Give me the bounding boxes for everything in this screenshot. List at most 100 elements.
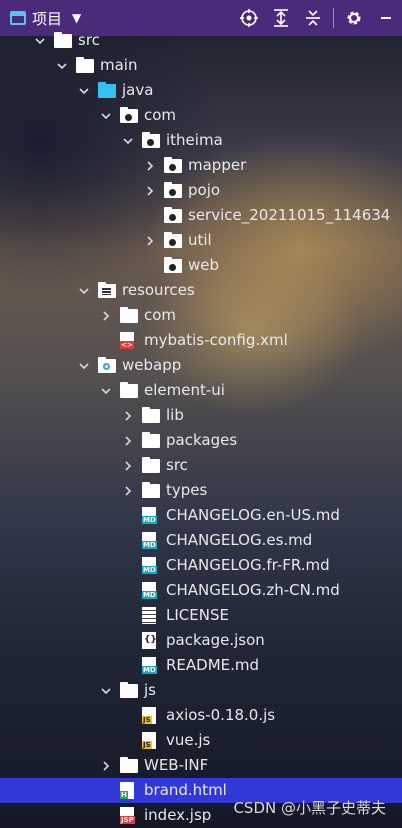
chevron-down-icon[interactable] (78, 285, 90, 297)
tree-node-label: CHANGELOG.zh-CN.md (166, 581, 340, 599)
tree-node[interactable]: com (0, 303, 402, 328)
folder-icon (142, 457, 160, 473)
tree-node[interactable]: {} package.json (0, 628, 402, 653)
tree-node-label: axios-0.18.0.js (166, 706, 276, 724)
folder-icon (120, 382, 138, 398)
package-folder-icon (164, 207, 182, 223)
tree-node[interactable]: js (0, 678, 402, 703)
tree-node[interactable]: LICENSE (0, 603, 402, 628)
tree-node-label: element-ui (144, 381, 225, 399)
chevron-right-icon[interactable] (122, 435, 134, 447)
tree-node[interactable]: MD README.md (0, 653, 402, 678)
tree-node[interactable]: JS vue.js (0, 728, 402, 753)
settings-icon (347, 11, 361, 25)
tree-node[interactable]: lib (0, 403, 402, 428)
tree-node[interactable]: src (0, 453, 402, 478)
project-view-selector[interactable]: 项目 ▼ (10, 8, 81, 29)
tree-node-label: CHANGELOG.fr-FR.md (166, 556, 330, 574)
folder-icon (142, 407, 160, 423)
tree-node-label: resources (122, 281, 195, 299)
tree-node-label: util (188, 231, 212, 249)
tree-node-label: web (188, 256, 220, 274)
chevron-right-icon[interactable] (100, 760, 112, 772)
tree-node-label: java (122, 81, 154, 99)
tree-node[interactable]: types (0, 478, 402, 503)
tree-node[interactable]: packages (0, 428, 402, 453)
tree-node-label: packages (166, 431, 238, 449)
minified-js-file-icon: JS (142, 707, 156, 724)
hide-icon (381, 17, 391, 19)
tree-node-label: itheima (166, 131, 223, 149)
chevron-down-icon[interactable] (78, 360, 90, 372)
tree-node-label: lib (166, 406, 184, 424)
tree-node[interactable]: <> mybatis-config.xml (0, 328, 402, 353)
tree-node-label: index.jsp (144, 806, 212, 824)
chevron-down-icon: ▼ (72, 11, 82, 25)
tree-node[interactable]: MD CHANGELOG.zh-CN.md (0, 578, 402, 603)
tree-node-label: WEB-INF (144, 756, 209, 774)
chevron-right-icon[interactable] (122, 410, 134, 422)
expand-all-icon (274, 9, 288, 27)
tree-node[interactable]: util (0, 228, 402, 253)
locate-icon (240, 9, 258, 27)
project-view-title: 项目 (32, 9, 63, 28)
tree-node-label: README.md (166, 656, 260, 674)
chevron-down-icon[interactable] (122, 135, 134, 147)
tree-node-label: mybatis-config.xml (144, 331, 288, 349)
folder-icon (142, 482, 160, 498)
package-folder-icon (164, 232, 182, 248)
tree-node-label: webapp (122, 356, 182, 374)
tree-node[interactable]: resources (0, 278, 402, 303)
markdown-file-icon: MD (142, 507, 157, 524)
tree-node-label: src (78, 31, 100, 49)
tree-node[interactable]: web (0, 253, 402, 278)
chevron-right-icon[interactable] (144, 185, 156, 197)
package-folder-icon (120, 107, 138, 123)
tree-node-label: js (144, 681, 156, 699)
toolbar-divider (333, 8, 334, 28)
chevron-down-icon[interactable] (100, 685, 112, 697)
chevron-right-icon[interactable] (100, 310, 112, 322)
source-folder-icon (98, 82, 116, 98)
tree-node[interactable]: service_20211015_114634 (0, 203, 402, 228)
folder-icon (120, 307, 138, 323)
javascript-file-icon: JS (142, 732, 156, 749)
json-file-icon: {} (142, 632, 157, 649)
chevron-right-icon[interactable] (144, 235, 156, 247)
tree-node[interactable]: MD CHANGELOG.fr-FR.md (0, 553, 402, 578)
folder-icon (120, 682, 138, 698)
tree-node[interactable]: itheima (0, 128, 402, 153)
markdown-file-icon: MD (142, 582, 157, 599)
tree-node[interactable]: WEB-INF (0, 753, 402, 778)
tree-node[interactable]: webapp (0, 353, 402, 378)
tree-node-label: mapper (188, 156, 247, 174)
tree-node-label: LICENSE (166, 606, 229, 624)
tree-node-label: vue.js (166, 731, 211, 749)
tree-node[interactable]: src (0, 28, 402, 53)
tree-node[interactable]: com (0, 103, 402, 128)
chevron-down-icon[interactable] (100, 110, 112, 122)
chevron-down-icon[interactable] (78, 85, 90, 97)
chevron-right-icon[interactable] (122, 485, 134, 497)
tree-node[interactable]: mapper (0, 153, 402, 178)
tree-node[interactable]: java (0, 78, 402, 103)
tree-node-label: src (166, 456, 188, 474)
chevron-down-icon[interactable] (100, 385, 112, 397)
chevron-right-icon[interactable] (144, 160, 156, 172)
tree-node[interactable]: element-ui (0, 378, 402, 403)
folder-icon (142, 432, 160, 448)
xml-file-icon: <> (120, 332, 134, 349)
tree-node[interactable]: MD CHANGELOG.es.md (0, 528, 402, 553)
chevron-down-icon[interactable] (34, 35, 46, 47)
tree-node[interactable]: JS axios-0.18.0.js (0, 703, 402, 728)
tree-node[interactable]: pojo (0, 178, 402, 203)
tree-node[interactable]: MD CHANGELOG.en-US.md (0, 503, 402, 528)
tree-node[interactable]: main (0, 53, 402, 78)
chevron-down-icon[interactable] (56, 60, 68, 72)
collapse-all-icon (306, 10, 320, 26)
chevron-right-icon[interactable] (122, 460, 134, 472)
markdown-file-icon: MD (142, 657, 157, 674)
package-folder-icon (164, 182, 182, 198)
html-file-icon: H (120, 782, 134, 799)
tree-node-label: com (144, 106, 177, 124)
